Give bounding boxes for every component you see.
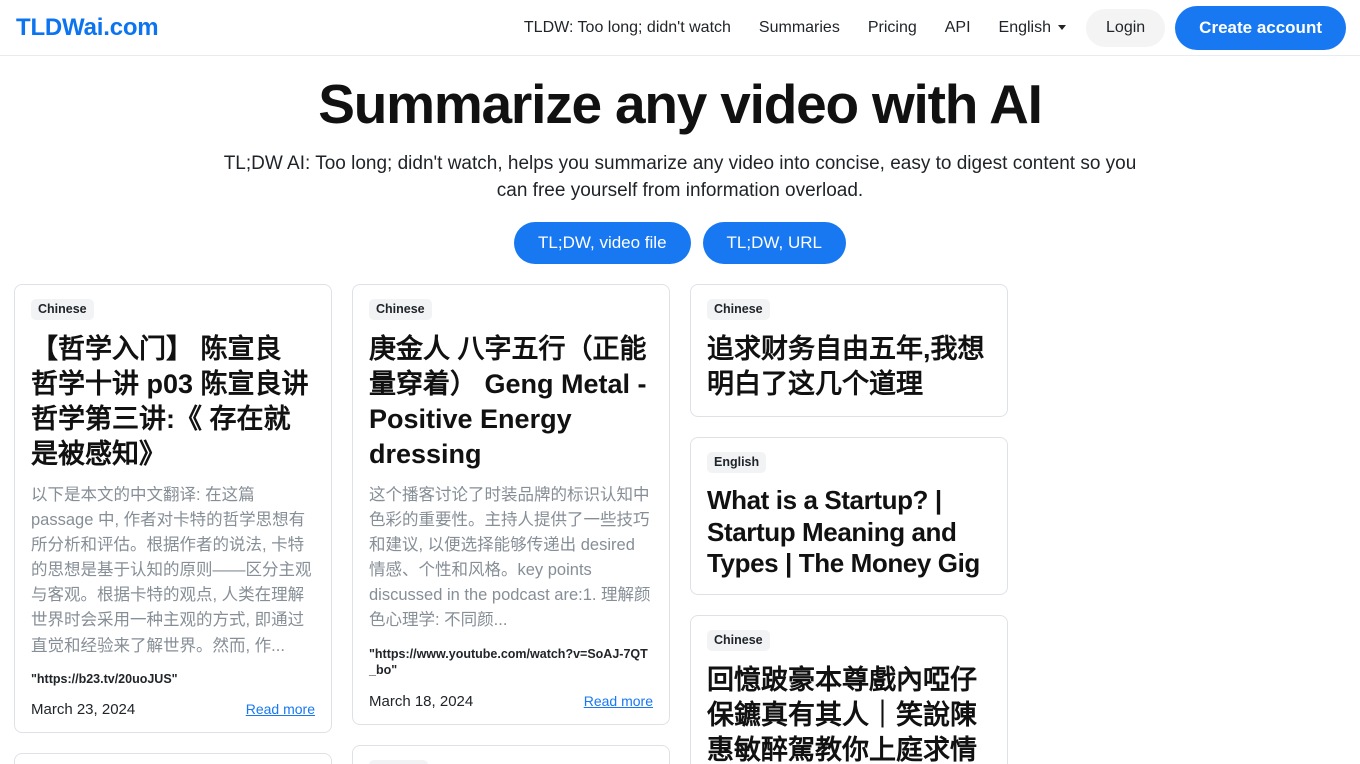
top-navbar: TLDWai.com TLDW: Too long; didn't watch … (0, 0, 1360, 56)
create-account-button[interactable]: Create account (1175, 5, 1346, 50)
hero-action-buttons: TL;DW, video file TL;DW, URL (20, 221, 1340, 264)
summary-card-source-url: "https://www.youtube.com/watch?v=SoAJ-7Q… (369, 646, 648, 678)
summary-card-excerpt: 这个播客讨论了时装品牌的标识认知中色彩的重要性。主持人提供了一些技巧和建议, 以… (369, 486, 651, 630)
language-dropdown-label: English (998, 18, 1052, 36)
summary-card-date: March 18, 2024 (369, 693, 474, 711)
nav-item-tldw[interactable]: TLDW: Too long; didn't watch (510, 10, 745, 45)
summary-card[interactable]: Chinese 回憶跛豪本尊戲內啞仔保鑣真有其人｜笑說陳惠敏醉駕教你上庭求情點行禮 (690, 615, 1008, 764)
summary-card-title[interactable]: 追求财务自由五年,我想明白了这几个道理 (707, 332, 991, 402)
summary-card-grid: Chinese 【哲学入门】 陈宣良 哲学十讲 p03 陈宣良讲哲学第三讲:《 存… (0, 270, 1360, 764)
read-more-link[interactable]: Read more (584, 693, 653, 709)
chevron-down-icon (1058, 25, 1067, 30)
summary-card-title[interactable]: 回憶跛豪本尊戲內啞仔保鑣真有其人｜笑說陳惠敏醉駕教你上庭求情點行禮 (707, 663, 991, 764)
language-badge: English (707, 451, 767, 473)
summary-card[interactable]: Chinese 庚金人 八字五行（正能量穿着） Geng Metal - Posi… (352, 283, 670, 726)
hero-subtitle: TL;DW AI: Too long; didn't watch, helps … (223, 152, 1137, 202)
summary-card[interactable]: Chinese 追求财务自由五年,我想明白了这几个道理 (690, 283, 1008, 417)
nav-item-summaries[interactable]: Summaries (745, 10, 854, 45)
hero-section: Summarize any video with AI TL;DW AI: To… (0, 56, 1360, 270)
login-button[interactable]: Login (1086, 8, 1166, 47)
summary-card[interactable]: EnglishPatty Leutchen Interview Part III… (352, 745, 670, 764)
summary-card-date: March 23, 2024 (31, 701, 136, 719)
nav-item-api[interactable]: API (931, 10, 985, 45)
read-more-link[interactable]: Read more (246, 701, 315, 717)
summary-card-footer: March 23, 2024 Read more (31, 701, 315, 718)
summary-card-source-url: "https://b23.tv/20uoJUS" (31, 671, 178, 686)
tldw-url-button[interactable]: TL;DW, URL (702, 221, 846, 264)
language-dropdown[interactable]: English (985, 11, 1080, 45)
nav-item-pricing[interactable]: Pricing (854, 10, 931, 45)
summary-card[interactable]: Chinese 【哲学入门】 陈宣良 哲学十讲 p03 陈宣良讲哲学第三讲:《 存… (14, 283, 332, 734)
language-badge: English (369, 760, 429, 764)
tldw-video-file-button[interactable]: TL;DW, video file (514, 221, 691, 264)
summary-card-title[interactable]: 庚金人 八字五行（正能量穿着） Geng Metal - Positive En… (369, 332, 653, 472)
language-badge: Chinese (707, 298, 770, 320)
summary-card-excerpt: 以下是本文的中文翻译: 在这篇 passage 中, 作者对卡特的哲学思想有所分… (31, 486, 312, 655)
language-badge: Chinese (707, 630, 770, 652)
summary-card-title[interactable]: 【哲学入门】 陈宣良 哲学十讲 p03 陈宣良讲哲学第三讲:《 存在就是被感知》 (31, 332, 315, 472)
page-title: Summarize any video with AI (318, 73, 1043, 135)
primary-navigation: TLDW: Too long; didn't watch Summaries P… (510, 5, 1346, 50)
summary-card-title[interactable]: What is a Startup? | Startup Meaning and… (707, 485, 991, 580)
summary-card-footer: March 18, 2024 Read more (369, 693, 653, 710)
brand-logo[interactable]: TLDWai.com (16, 14, 159, 42)
language-badge: Chinese (369, 298, 432, 320)
language-badge: Chinese (31, 298, 94, 320)
summary-card[interactable]: EnglishThe CEO's Secret Weapon: A Dynami… (14, 753, 332, 764)
summary-card[interactable]: English What is a Startup? | Startup Mean… (690, 436, 1008, 596)
